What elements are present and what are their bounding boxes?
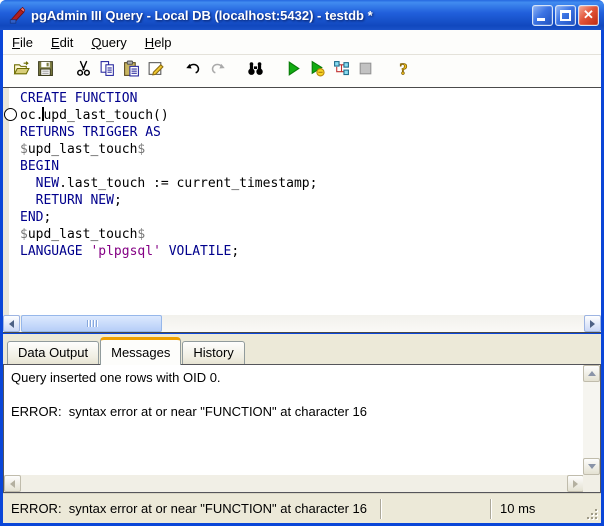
sql-code: CREATE FUNCTIONoc.upd_last_touch()RETURN… <box>20 90 317 260</box>
messages-scroll-left-button <box>4 475 21 492</box>
open-icon <box>13 60 30 82</box>
messages-h-scrollbar <box>4 475 584 492</box>
scroll-left-button[interactable] <box>3 315 20 332</box>
output-tab-bar: Data OutputMessagesHistory <box>3 334 601 364</box>
execute-pgscript-button[interactable] <box>305 59 329 83</box>
execute-icon <box>285 60 302 82</box>
maximize-button[interactable] <box>555 5 576 26</box>
messages-text: Query inserted one rows with OID 0. ERROR… <box>11 369 578 420</box>
message-line: Query inserted one rows with OID 0. <box>11 369 578 386</box>
status-bar: ERROR: syntax error at or near "FUNCTION… <box>3 493 601 523</box>
scrollbar-corner <box>583 475 600 492</box>
code-line: oc.upd_last_touch() <box>20 107 317 124</box>
message-line <box>11 386 578 403</box>
pgadmin-query-window: pgAdmin III Query - Local DB (localhost:… <box>0 0 604 526</box>
cut-icon <box>75 60 92 82</box>
paste-icon <box>123 60 140 82</box>
pgadmin-quill-icon <box>8 6 26 24</box>
code-line: RETURNS TRIGGER AS <box>20 124 317 141</box>
code-line: $upd_last_touch$ <box>20 141 317 158</box>
tab-data-output[interactable]: Data Output <box>7 341 99 364</box>
minimize-icon <box>537 18 545 21</box>
explain-query-button[interactable] <box>329 59 353 83</box>
copy-button[interactable] <box>95 59 119 83</box>
scroll-down-button[interactable] <box>583 458 600 475</box>
arrow-left-icon <box>10 480 15 488</box>
toolbar: ? <box>3 54 601 87</box>
cancel-query-button <box>353 59 377 83</box>
execute-query-button[interactable] <box>281 59 305 83</box>
editor-margin <box>3 88 9 315</box>
menu-bar: FileEditQueryHelp <box>3 30 601 54</box>
message-line: ERROR: syntax error at or near "FUNCTION… <box>11 403 578 420</box>
minimize-button[interactable] <box>532 5 553 26</box>
menu-edit[interactable]: Edit <box>42 32 82 53</box>
arrow-up-icon <box>588 371 596 376</box>
clear-icon <box>147 60 164 82</box>
status-duration: 10 ms <box>500 501 535 516</box>
redo-icon <box>209 60 226 82</box>
maximize-icon <box>560 10 571 21</box>
title-bar: pgAdmin III Query - Local DB (localhost:… <box>0 0 604 30</box>
resize-grip[interactable] <box>585 507 598 520</box>
tab-messages[interactable]: Messages <box>100 337 181 365</box>
code-line: CREATE FUNCTION <box>20 90 317 107</box>
undo-button[interactable] <box>181 59 205 83</box>
pgscript-icon <box>309 60 326 82</box>
sql-editor[interactable]: CREATE FUNCTIONoc.upd_last_touch()RETURN… <box>3 87 601 315</box>
messages-v-scrollbar <box>583 365 600 475</box>
arrow-down-icon <box>588 464 596 469</box>
paste-button[interactable] <box>119 59 143 83</box>
messages-scroll-right-button <box>567 475 584 492</box>
code-line: LANGUAGE 'plpgsql' VOLATILE; <box>20 243 317 260</box>
code-line: BEGIN <box>20 158 317 175</box>
error-line-marker-icon <box>4 108 17 121</box>
code-line: NEW.last_touch := current_timestamp; <box>20 175 317 192</box>
close-button[interactable]: ✕ <box>578 5 599 26</box>
code-line: $upd_last_touch$ <box>20 226 317 243</box>
undo-icon <box>185 60 202 82</box>
status-separator <box>380 499 381 519</box>
menu-help[interactable]: Help <box>136 32 181 53</box>
find-button[interactable] <box>243 59 267 83</box>
arrow-right-icon <box>590 320 595 328</box>
status-separator <box>490 499 491 519</box>
svg-text:?: ? <box>399 60 408 77</box>
arrow-right-icon <box>573 480 578 488</box>
menu-file[interactable]: File <box>3 32 42 53</box>
menu-query[interactable]: Query <box>82 32 135 53</box>
arrow-left-icon <box>9 320 14 328</box>
copy-icon <box>99 60 116 82</box>
open-button[interactable] <box>9 59 33 83</box>
window-title: pgAdmin III Query - Local DB (localhost:… <box>31 8 532 23</box>
explain-icon <box>333 60 350 82</box>
status-message: ERROR: syntax error at or near "FUNCTION… <box>11 501 367 516</box>
editor-h-scrollbar <box>3 315 601 333</box>
help-button[interactable]: ? <box>391 59 415 83</box>
save-icon <box>37 60 54 82</box>
code-line: END; <box>20 209 317 226</box>
help-icon: ? <box>395 60 412 82</box>
cut-button[interactable] <box>71 59 95 83</box>
redo-button <box>205 59 229 83</box>
tab-history[interactable]: History <box>182 341 244 364</box>
code-line: RETURN NEW; <box>20 192 317 209</box>
clear-window-button[interactable] <box>143 59 167 83</box>
scroll-right-button[interactable] <box>584 315 601 332</box>
editor-h-scrollbar-thumb[interactable] <box>21 315 162 332</box>
messages-panel: Query inserted one rows with OID 0. ERROR… <box>3 364 601 493</box>
close-icon: ✕ <box>579 7 598 23</box>
scroll-up-button[interactable] <box>583 365 600 382</box>
find-icon <box>247 60 264 82</box>
save-button[interactable] <box>33 59 57 83</box>
cancel-icon <box>357 60 374 82</box>
